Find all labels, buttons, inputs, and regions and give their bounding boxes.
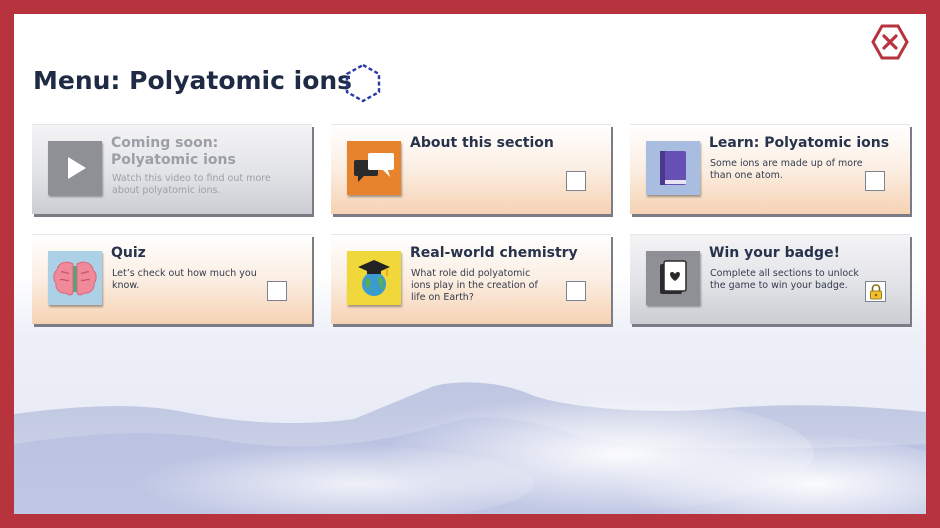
card-description: Let’s check out how much you know. [112,268,257,291]
play-icon [68,157,86,179]
card-icon-tile [646,141,700,195]
close-icon [871,24,909,60]
card-icon-tile [646,251,700,305]
card-coming-soon-video[interactable]: Coming soon: Polyatomic ions Watch this … [32,124,312,214]
card-title: Quiz [111,245,146,261]
locked-status [865,281,886,302]
card-real-world-chemistry[interactable]: Real-world chemistry What role did polya… [331,234,611,324]
card-title: Win your badge! [709,245,840,261]
card-quiz[interactable]: Quiz Let’s check out how much you know. [32,234,312,324]
card-icon-tile [48,251,102,305]
book-icon [660,151,686,185]
card-icon-tile [347,141,401,195]
card-win-badge[interactable]: Win your badge! Complete all sections to… [630,234,910,324]
hexagon-outline-icon [345,63,381,103]
card-description: Complete all sections to unlock the game… [710,268,859,291]
menu-panel: Menu: Polyatomic ions Coming soon: Polya… [14,14,926,514]
speech-bubbles-icon [354,153,394,182]
completion-checkbox[interactable] [267,281,287,301]
card-title: Real-world chemistry [410,245,578,261]
card-description: Watch this video to find out more about … [112,173,271,196]
page-title: Menu: Polyatomic ions [33,66,353,95]
graduation-globe-icon [358,260,390,296]
completion-checkbox[interactable] [566,171,586,191]
card-title: About this section [410,135,554,151]
card-learn-polyatomic-ions[interactable]: Learn: Polyatomic ions Some ions are mad… [630,124,910,214]
card-title: Coming soon: Polyatomic ions [111,135,301,169]
card-title-line2: Polyatomic ions [111,152,236,168]
brain-icon [53,261,97,296]
lock-icon [869,283,882,299]
card-title-line1: Coming soon: [111,135,219,151]
close-button[interactable] [870,22,910,62]
card-icon-tile [347,251,401,305]
completion-checkbox[interactable] [566,281,586,301]
card-description: Some ions are made up of more than one a… [710,158,863,181]
video-thumbnail [48,141,102,195]
card-about-section[interactable]: About this section [331,124,611,214]
card-title: Learn: Polyatomic ions [709,135,890,151]
completion-checkbox[interactable] [865,171,885,191]
badge-card-icon [660,260,687,294]
card-description: What role did polyatomic ions play in th… [411,268,538,303]
